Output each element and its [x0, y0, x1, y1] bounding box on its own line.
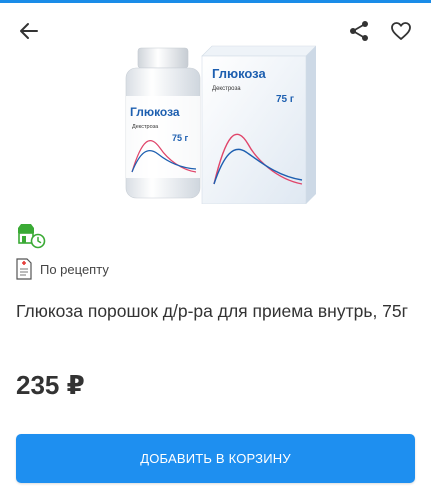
product-price: 235 ₽ [16, 370, 85, 400]
bottle-brand-text: Глюкоза [130, 105, 180, 119]
prescription-label: По рецепту [40, 261, 109, 277]
share-icon [350, 21, 368, 41]
share-button[interactable] [345, 16, 373, 46]
add-to-cart-button[interactable]: ДОБАВИТЬ В КОРЗИНУ [16, 434, 415, 483]
prescription-icon [16, 258, 32, 280]
arrow-left-icon [20, 23, 38, 39]
product-image: Глюкоза Декстроза 75 г Глюкоза Декстроза… [125, 45, 316, 204]
heart-outline-icon [391, 22, 411, 40]
add-to-cart-label: ДОБАВИТЬ В КОРЗИНУ [140, 451, 291, 466]
store-pickup-icon [18, 224, 46, 249]
favorite-button[interactable] [386, 16, 416, 46]
product-title: Глюкоза порошок д/р-ра для приема внутрь… [16, 301, 409, 321]
top-accent-strip [0, 0, 431, 3]
bottle-weight-text: 75 г [172, 133, 189, 143]
bottle-subtitle-text: Декстроза [132, 124, 159, 130]
box-weight-text: 75 г [276, 94, 294, 105]
box-subtitle-text: Декстроза [212, 86, 241, 92]
box-brand-text: Глюкоза [212, 66, 266, 81]
back-button[interactable] [14, 16, 44, 46]
prescription-info: По рецепту [16, 258, 109, 280]
